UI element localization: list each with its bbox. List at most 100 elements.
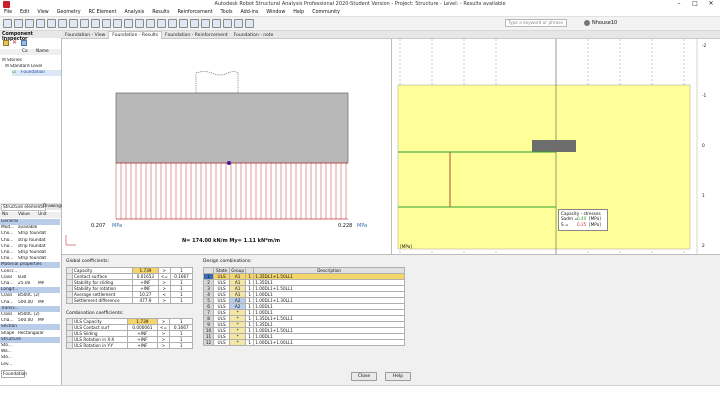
- props-row[interactable]: Cho... strip foundat: [0, 238, 60, 244]
- calc-icon[interactable]: [157, 19, 166, 28]
- props-cell-name: Lev...: [1, 361, 13, 367]
- user-name[interactable]: Nhouse10: [592, 20, 617, 26]
- coefficient-row[interactable]: Settlement difference 477.9 >1: [66, 297, 193, 304]
- view-icon[interactable]: [146, 19, 155, 28]
- help-button[interactable]: Help: [385, 372, 411, 381]
- search-input[interactable]: Type a keyword or phrase: [505, 19, 567, 27]
- undo-icon[interactable]: [47, 19, 56, 28]
- table-icon[interactable]: [179, 19, 188, 28]
- tab-foundation-note[interactable]: Foundation - note: [231, 32, 277, 39]
- props-cell-value: Strip foundat: [18, 231, 47, 237]
- tree-item-foundation[interactable]: ☑ Foundation: [12, 70, 61, 76]
- props-cell-name: General: [1, 219, 18, 224]
- save-icon[interactable]: [25, 19, 34, 28]
- menu-item-results[interactable]: Results: [148, 9, 173, 16]
- design-row[interactable]: 12 ULS * 1 1.00DL1+1.00LL1: [202, 339, 405, 346]
- copy-icon[interactable]: [80, 19, 89, 28]
- menu-item-window[interactable]: Window: [262, 9, 289, 16]
- props-section[interactable]: General: [0, 219, 60, 225]
- tab-foundation-reinforcement[interactable]: Foundation - Reinforcement: [162, 32, 231, 39]
- help-icon[interactable]: [245, 19, 254, 28]
- props-row[interactable]: Wa...: [0, 349, 60, 355]
- menu-item-analysis[interactable]: Analysis: [120, 9, 148, 16]
- new-icon[interactable]: [3, 40, 9, 46]
- select-icon[interactable]: [102, 19, 111, 28]
- props-row[interactable]: Class B500C (2): [0, 312, 60, 318]
- title-bar: Autodesk Robot Structural Analysis Profe…: [0, 0, 720, 9]
- menu-item-reinforcement[interactable]: Reinforcement: [174, 9, 217, 16]
- props-row[interactable]: Sto...: [0, 355, 60, 361]
- properties-icon[interactable]: [21, 40, 27, 46]
- bar-icon[interactable]: [234, 19, 243, 28]
- section-icon[interactable]: [201, 19, 210, 28]
- new-icon[interactable]: [3, 19, 12, 28]
- menu-item-community[interactable]: Community: [308, 9, 344, 16]
- node-icon[interactable]: [223, 19, 232, 28]
- minimize-button[interactable]: –: [672, 0, 686, 9]
- props-section[interactable]: Transv...: [0, 305, 60, 312]
- maximize-button[interactable]: □: [688, 0, 702, 9]
- menu-item-view[interactable]: View: [33, 9, 52, 16]
- coefficient-name: Settlement difference: [71, 297, 134, 304]
- props-row[interactable]: Sto...: [0, 343, 60, 349]
- open-icon[interactable]: [14, 19, 23, 28]
- tree-header-ca: Ca: [22, 49, 28, 54]
- props-row[interactable]: Cho... Strip foundat: [0, 250, 60, 256]
- props-section[interactable]: Section: [0, 324, 60, 331]
- props-row[interactable]: Class B30: [0, 275, 60, 281]
- menu-item-file[interactable]: File: [0, 9, 16, 16]
- status-bar: [0, 385, 720, 405]
- cut-icon[interactable]: [69, 19, 78, 28]
- tab-foundation-results[interactable]: Foundation - Results: [108, 31, 163, 39]
- menu-item-geometry[interactable]: Geometry: [53, 9, 85, 16]
- document-tabs: Foundation - View Foundation - Results Fou…: [62, 31, 720, 39]
- tab-drawings[interactable]: Drawings: [42, 204, 64, 209]
- menu-item-edit[interactable]: Edit: [16, 9, 33, 16]
- props-cell-name: Sto...: [1, 355, 13, 361]
- paste-icon[interactable]: [91, 19, 100, 28]
- props-row[interactable]: Cho... strip foundat: [0, 244, 60, 250]
- props-row[interactable]: Concr...: [0, 269, 60, 275]
- coefficient-value: +INF: [127, 342, 158, 349]
- props-section[interactable]: Longit...: [0, 287, 60, 294]
- rotate-icon[interactable]: [135, 19, 144, 28]
- props-row[interactable]: Cho... Strip foundat: [0, 256, 60, 262]
- props-cell-value: Strip foundat: [18, 256, 47, 262]
- props-row[interactable]: Lev...: [0, 362, 60, 368]
- scale-label-4: 1: [702, 194, 705, 199]
- props-row[interactable]: Mod... available: [0, 225, 60, 231]
- props-row[interactable]: Cha... 500.00 MP: [0, 318, 60, 324]
- tab-foundation-view[interactable]: Foundation - View: [62, 32, 108, 39]
- props-row[interactable]: Cha... 25.00 MP: [0, 281, 60, 287]
- props-row[interactable]: Shape Rectangular: [0, 331, 60, 337]
- coefficient-row[interactable]: ULS Rotation in Y-Y +INF >1: [66, 342, 193, 349]
- print-icon[interactable]: [36, 19, 45, 28]
- redo-icon[interactable]: [58, 19, 67, 28]
- close-button[interactable]: Close: [351, 372, 377, 381]
- menu-item-help[interactable]: Help: [289, 9, 308, 16]
- combination-coefficients-label: Combination coefficients:: [66, 311, 124, 316]
- layout-icon[interactable]: [190, 19, 199, 28]
- zoom-icon[interactable]: [113, 19, 122, 28]
- delete-icon[interactable]: ✕: [12, 40, 18, 46]
- tab-structure-elements[interactable]: Structure elements: [1, 204, 47, 211]
- capacity-tooltip: Capacity - stresses Sadm = 0.40 [MPa] S …: [558, 209, 608, 231]
- forces-label: N= 174.00 kN/m My= 1.11 kN*m/m: [182, 238, 281, 244]
- design-cell-group: *: [229, 339, 247, 346]
- props-section[interactable]: Structure: [0, 336, 60, 343]
- props-cell-value: strip foundat: [18, 243, 46, 249]
- load-icon[interactable]: [212, 19, 221, 28]
- props-section[interactable]: Material properties: [0, 262, 60, 269]
- results-icon[interactable]: [168, 19, 177, 28]
- inspector-tabs: Structure elements Drawings: [0, 203, 64, 211]
- menu-item-tools[interactable]: Tools: [217, 9, 237, 16]
- menu-item-rc-element[interactable]: RC Element: [85, 9, 121, 16]
- component-inspector: Component Inspector ✕ Ca Name ⊟ Stories …: [0, 31, 64, 405]
- tab-foundation-bottom[interactable]: Foundation: [1, 370, 27, 378]
- close-window-button[interactable]: ✕: [704, 0, 718, 9]
- menu-item-add-ins[interactable]: Add-ins: [236, 9, 262, 16]
- props-row[interactable]: Cho... Strip foundat: [0, 231, 60, 237]
- props-row[interactable]: Class B500C (2): [0, 293, 60, 299]
- props-row[interactable]: Cha... 500.00 MP: [0, 300, 60, 306]
- pan-icon[interactable]: [124, 19, 133, 28]
